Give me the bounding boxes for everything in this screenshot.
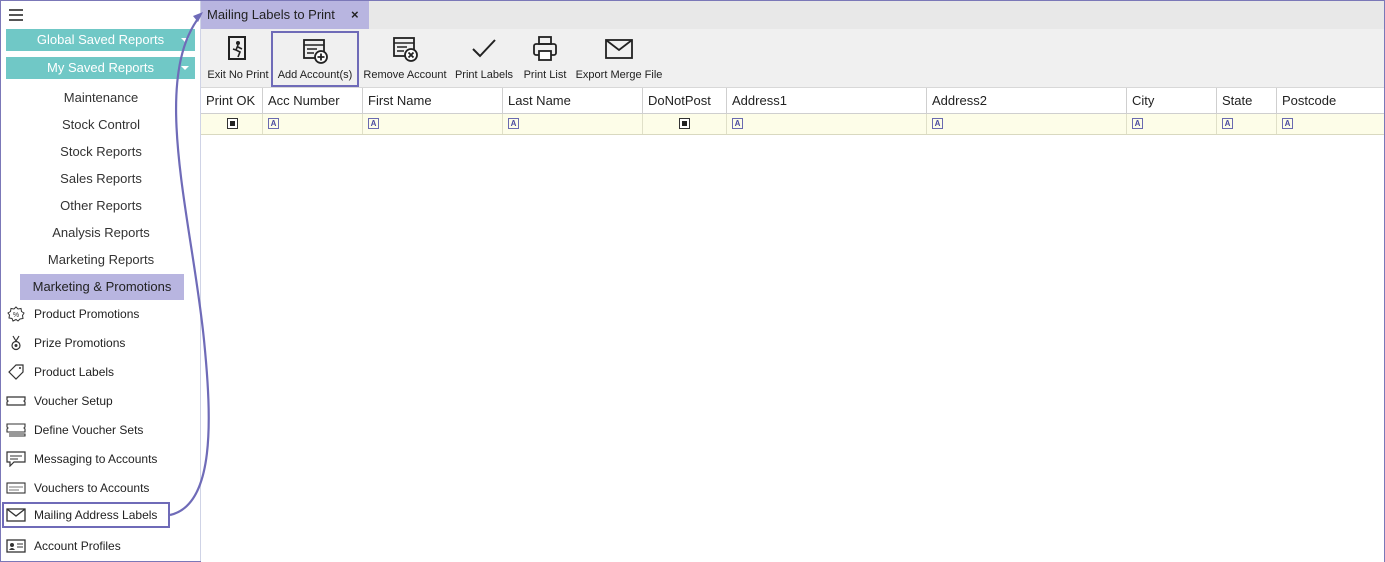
voucher-send-icon <box>6 482 26 494</box>
column-header-print-ok[interactable]: Print OK <box>201 88 263 114</box>
sidebar-item-messaging-to-accounts[interactable]: Messaging to Accounts <box>4 448 184 470</box>
text-filter-icon: A <box>932 118 943 129</box>
sidebar-item-label: Vouchers to Accounts <box>34 481 150 495</box>
printer-icon <box>533 36 557 61</box>
tab-label: Mailing Labels to Print <box>207 7 335 22</box>
sidebar-item-label: Account Profiles <box>34 539 121 553</box>
ticket-stack-icon <box>6 423 26 437</box>
menu-other-reports[interactable]: Other Reports <box>1 198 201 213</box>
sidebar-item-account-profiles[interactable]: Account Profiles <box>4 535 184 557</box>
chevron-down-icon <box>181 38 189 42</box>
column-header-state[interactable]: State <box>1217 88 1277 114</box>
column-header-address1[interactable]: Address1 <box>727 88 927 114</box>
text-filter-icon: A <box>1132 118 1143 129</box>
text-filter-icon: A <box>368 118 379 129</box>
remove-account-label: Remove Account <box>363 69 447 81</box>
menu-marketing-promotions[interactable]: Marketing & Promotions <box>20 274 184 300</box>
exit-no-print-label: Exit No Print <box>207 69 269 81</box>
menu-sales-reports[interactable]: Sales Reports <box>1 171 201 186</box>
my-saved-reports-button[interactable]: My Saved Reports <box>6 57 195 79</box>
sidebar-item-label: Product Promotions <box>34 307 140 321</box>
column-header-address2[interactable]: Address2 <box>927 88 1127 114</box>
close-icon[interactable]: × <box>351 1 359 29</box>
menu-analysis-reports[interactable]: Analysis Reports <box>1 225 201 240</box>
text-filter-icon: A <box>1222 118 1233 129</box>
column-header-city[interactable]: City <box>1127 88 1217 114</box>
filter-cell-state[interactable]: A <box>1217 114 1277 134</box>
svg-text:%: % <box>13 312 19 319</box>
exit-door-icon <box>228 36 246 60</box>
filter-cell-donotpost[interactable] <box>643 114 727 134</box>
text-filter-icon: A <box>1282 118 1293 129</box>
envelope-icon <box>6 508 26 522</box>
my-saved-reports-label: My Saved Reports <box>47 60 154 75</box>
text-filter-icon: A <box>268 118 279 129</box>
sidebar-item-voucher-setup[interactable]: Voucher Setup <box>4 390 184 412</box>
filter-cell-acc-number[interactable]: A <box>263 114 363 134</box>
filter-cell-postcode[interactable]: A <box>1277 114 1384 134</box>
menu-stock-control[interactable]: Stock Control <box>1 117 201 132</box>
global-saved-reports-button[interactable]: Global Saved Reports <box>6 29 195 51</box>
data-grid: Print OK Acc Number First Name Last Name… <box>201 88 1384 562</box>
filter-cell-first-name[interactable]: A <box>363 114 503 134</box>
sidebar-item-mailing-address-labels[interactable]: Mailing Address Labels <box>2 502 170 528</box>
filter-checkbox[interactable] <box>679 118 690 129</box>
tab-mailing-labels-to-print[interactable]: Mailing Labels to Print × <box>201 1 369 29</box>
remove-account-icon <box>393 37 418 62</box>
filter-checkbox[interactable] <box>227 118 238 129</box>
column-header-acc-number[interactable]: Acc Number <box>263 88 363 114</box>
sidebar-item-label: Product Labels <box>34 365 115 379</box>
print-labels-button[interactable]: Print Labels <box>453 29 515 87</box>
menu-maintenance[interactable]: Maintenance <box>1 90 201 105</box>
sidebar-item-label: Define Voucher Sets <box>34 423 144 437</box>
text-filter-icon: A <box>508 118 519 129</box>
remove-account-button[interactable]: Remove Account <box>361 29 449 87</box>
checkmark-icon <box>472 39 496 58</box>
exit-no-print-button[interactable]: Exit No Print <box>205 29 271 87</box>
menu-stock-reports[interactable]: Stock Reports <box>1 144 201 159</box>
filter-cell-print-ok[interactable] <box>201 114 263 134</box>
ticket-icon <box>6 396 26 406</box>
print-list-label: Print List <box>523 69 567 81</box>
message-icon <box>6 451 26 467</box>
add-accounts-label: Add Account(s) <box>277 69 353 81</box>
export-merge-file-button[interactable]: Export Merge File <box>573 29 665 87</box>
global-saved-reports-label: Global Saved Reports <box>36 32 165 47</box>
sidebar-item-label: Messaging to Accounts <box>34 452 158 466</box>
add-accounts-button[interactable]: Add Account(s) <box>271 31 359 87</box>
column-header-first-name[interactable]: First Name <box>363 88 503 114</box>
medal-icon <box>11 335 21 351</box>
envelope-icon <box>605 39 633 59</box>
tag-icon <box>8 364 24 380</box>
sidebar: Global Saved Reports My Saved Reports Ma… <box>1 1 201 561</box>
print-list-button[interactable]: Print List <box>521 29 569 87</box>
percent-badge-icon: % <box>7 306 25 322</box>
chevron-down-icon <box>181 66 189 70</box>
text-filter-icon: A <box>732 118 743 129</box>
column-header-donotpost[interactable]: DoNotPost <box>643 88 727 114</box>
sidebar-item-define-voucher-sets[interactable]: Define Voucher Sets <box>4 419 184 441</box>
column-header-postcode[interactable]: Postcode <box>1277 88 1384 114</box>
sidebar-item-label: Mailing Address Labels <box>34 508 158 522</box>
filter-cell-address2[interactable]: A <box>927 114 1127 134</box>
menu-marketing-reports[interactable]: Marketing Reports <box>1 252 201 267</box>
toolbar: Exit No Print Add Account(s) Remove Acco… <box>201 29 1384 88</box>
export-merge-file-label: Export Merge File <box>575 69 663 81</box>
filter-row: A A A A A A A A <box>201 114 1384 135</box>
filter-cell-last-name[interactable]: A <box>503 114 643 134</box>
sidebar-item-product-labels[interactable]: Product Labels <box>4 361 184 383</box>
tab-strip: Mailing Labels to Print × <box>201 1 1384 31</box>
add-account-icon <box>303 39 328 64</box>
hamburger-menu-icon[interactable] <box>9 9 23 21</box>
sidebar-item-product-promotions[interactable]: % Product Promotions <box>4 303 184 325</box>
sidebar-item-label: Prize Promotions <box>34 336 126 350</box>
column-header-last-name[interactable]: Last Name <box>503 88 643 114</box>
filter-cell-address1[interactable]: A <box>727 114 927 134</box>
filter-cell-city[interactable]: A <box>1127 114 1217 134</box>
sidebar-item-label: Voucher Setup <box>34 394 113 408</box>
id-card-icon <box>6 539 26 553</box>
sidebar-item-prize-promotions[interactable]: Prize Promotions <box>4 332 184 354</box>
print-labels-label: Print Labels <box>454 69 514 81</box>
sidebar-item-vouchers-to-accounts[interactable]: Vouchers to Accounts <box>4 477 184 499</box>
